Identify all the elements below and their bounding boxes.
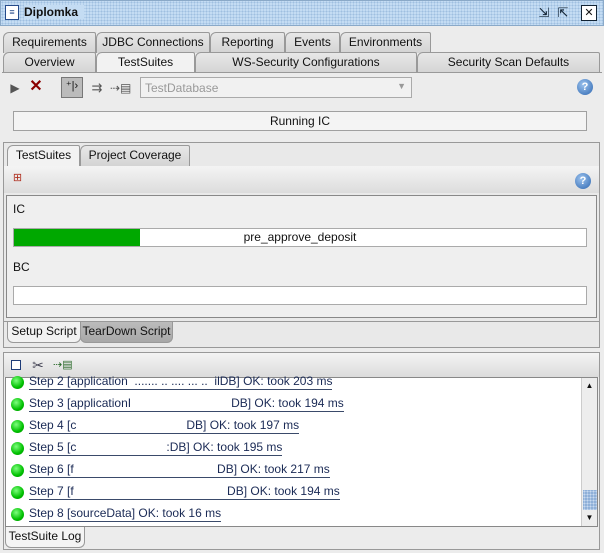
log-item[interactable]: Step 2 [application ....... .. .... ... … [9,372,579,394]
sequential-toggle-icon[interactable]: ⁺|› [61,77,83,98]
restore-icon[interactable]: ⇲ [536,5,552,21]
help-icon[interactable]: ? [577,79,593,95]
log-item-link[interactable]: Step 4 [c DB] OK: took 197 ms [29,418,300,434]
log-item[interactable]: Step 4 [c DB] OK: took 197 ms [9,416,579,438]
log-item[interactable]: Step 5 [c :DB] OK: took 195 ms [9,438,579,460]
environment-select-value: TestDatabase [145,81,219,95]
cancel-icon[interactable]: ✕ [28,79,44,95]
suite-label: IC [13,202,25,216]
environment-select[interactable]: TestDatabase ▼ [140,77,412,98]
suite-label: BC [13,260,30,274]
export-icon[interactable]: ⇢▤ [110,80,131,96]
log-item[interactable]: Step 6 [f DB] OK: took 217 ms [9,460,579,482]
tab-security-scan-defaults[interactable]: Security Scan Defaults [417,52,600,73]
grid-icon[interactable]: ⊞ [12,173,23,184]
document-icon: ≡ [5,5,19,20]
scrollbar[interactable]: ▲ ▼ [581,378,597,526]
parallel-icon[interactable]: ⇉ [89,80,105,96]
run-icon[interactable]: ▶ [9,80,21,96]
status-ok-icon [11,442,24,455]
panel-toolbar [4,166,599,193]
tab-inner-0[interactable]: TestSuites [7,145,80,166]
log-item-link[interactable]: Step 2 [application ....... .. .... ... … [29,374,333,390]
log-item-link[interactable]: Step 5 [c :DB] OK: took 195 ms [29,440,283,456]
maximize-icon[interactable]: ⇱ [555,5,571,21]
status-bar: Running IC [13,111,587,131]
status-ok-icon [11,376,24,389]
log-item-link[interactable]: Step 7 [f DB] OK: took 194 ms [29,484,340,500]
tab-events[interactable]: Events [285,32,340,53]
chevron-down-icon: ▼ [397,81,406,91]
log-list: Step 2 [application ....... .. .... ... … [5,374,598,527]
log-item-link[interactable]: Step 8 [sourceData] OK: took 16 ms [29,506,222,522]
tab-requirements[interactable]: Requirements [3,32,96,53]
log-item[interactable]: Step 3 [applicationI DB] OK: took 194 ms [9,394,579,416]
close-icon[interactable]: ✕ [581,5,597,21]
tab-jdbc-connections[interactable]: JDBC Connections [96,32,210,53]
scroll-thumb[interactable] [583,490,597,510]
log-item-link[interactable]: Step 6 [f DB] OK: took 217 ms [29,462,330,478]
status-ok-icon [11,508,24,521]
scroll-down-icon[interactable]: ▼ [582,510,597,526]
tab-testsuites[interactable]: TestSuites [96,52,195,73]
clear-icon[interactable] [11,360,21,370]
status-ok-icon [11,398,24,411]
progress-fill [14,229,140,246]
window-titlebar [0,0,604,26]
window-title: Diplomka [24,5,85,19]
tab-reporting[interactable]: Reporting [210,32,285,53]
tab-inner-1[interactable]: Project Coverage [80,145,190,166]
scroll-up-icon[interactable]: ▲ [582,378,597,394]
status-ok-icon [11,464,24,477]
progress-label: pre_approve_deposit [243,230,357,244]
tab-script-1[interactable]: TearDown Script [80,322,173,343]
tab-environments[interactable]: Environments [340,32,431,53]
tab-ws-security-configurations[interactable]: WS-Security Configurations [195,52,417,73]
tools-icon[interactable]: ✂ [30,357,46,373]
log-item-link[interactable]: Step 3 [applicationI DB] OK: took 194 ms [29,396,344,412]
log-item[interactable]: Step 8 [sourceData] OK: took 16 ms [9,504,579,526]
status-ok-icon [11,420,24,433]
log-item[interactable]: Step 7 [f DB] OK: took 194 ms [9,482,579,504]
tab-testsuite-log[interactable]: TestSuite Log [5,527,85,548]
tab-overview[interactable]: Overview [3,52,96,73]
status-ok-icon [11,486,24,499]
tab-script-0[interactable]: Setup Script [7,322,81,343]
export-log-icon[interactable]: ⇢▤ [53,357,73,373]
suite-progress-bar [13,286,587,305]
help-icon[interactable]: ? [575,173,591,189]
suite-progress-bar: pre_approve_deposit [13,228,587,247]
